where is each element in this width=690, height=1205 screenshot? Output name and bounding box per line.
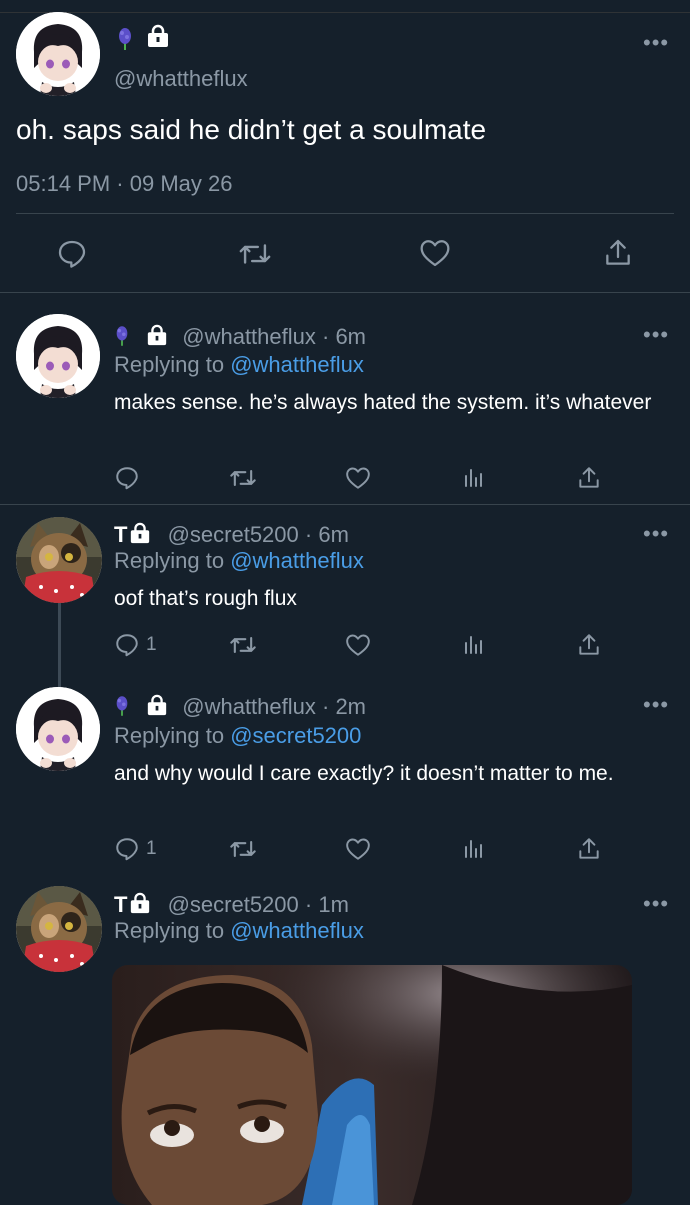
avatar-secret5200[interactable]	[16, 886, 102, 972]
reply-count: 1	[146, 838, 157, 859]
replying-to-link[interactable]: @whattheflux	[230, 548, 364, 573]
section-divider	[0, 292, 690, 293]
replying-to-link[interactable]: @whattheflux	[230, 352, 364, 377]
replying-to-line: Replying to @whattheflux	[114, 548, 364, 574]
replying-to-label: Replying to	[114, 352, 225, 377]
replying-to-line: Replying to @whattheflux	[114, 918, 364, 944]
reply-text: oof that’s rough flux	[114, 587, 297, 610]
heart-icon[interactable]	[345, 633, 371, 657]
top-divider	[0, 12, 690, 13]
retweet-icon[interactable]	[229, 633, 257, 657]
reply-text: and why would I care exactly? it doesn’t…	[114, 762, 614, 785]
heart-icon[interactable]	[345, 466, 371, 490]
more-options-button[interactable]: •••	[643, 322, 669, 348]
share-icon[interactable]	[576, 836, 602, 862]
more-options-button[interactable]: •••	[643, 521, 669, 547]
reply-count: 1	[146, 634, 157, 655]
lock-icon	[146, 24, 170, 48]
reply-age: · 1m	[304, 892, 349, 917]
reply-icon[interactable]	[56, 238, 88, 270]
reply-header: @whattheflux · 2m	[114, 694, 366, 720]
retweet-icon[interactable]	[229, 466, 257, 490]
reply-header: T @secret5200 · 6m	[114, 522, 349, 548]
reply-header: @whattheflux · 6m	[114, 324, 366, 350]
share-icon[interactable]	[576, 465, 602, 491]
lock-icon	[129, 522, 151, 544]
replying-to-link[interactable]: @secret5200	[230, 723, 361, 748]
avatar-whattheflux[interactable]	[16, 314, 100, 398]
lock-icon	[146, 324, 168, 346]
analytics-icon[interactable]	[462, 466, 486, 490]
reply-icon[interactable]	[114, 465, 140, 491]
main-tweet-divider	[16, 213, 674, 214]
share-icon[interactable]	[602, 237, 634, 269]
lock-icon	[129, 892, 151, 914]
replying-to-line: Replying to @whattheflux	[114, 352, 364, 378]
timestamp-separator: ·	[116, 171, 124, 196]
replying-to-label: Replying to	[114, 723, 225, 748]
hyacinth-emoji-icon	[114, 696, 130, 716]
reply-age: · 6m	[304, 522, 349, 547]
reply-handle[interactable]: @whattheflux	[182, 694, 316, 719]
reply-icon[interactable]	[114, 632, 140, 658]
reply-age: · 6m	[322, 324, 366, 349]
reply-handle[interactable]: @secret5200	[168, 522, 299, 547]
attached-media-image[interactable]	[112, 965, 632, 1205]
reply-handle[interactable]: @whattheflux	[182, 324, 316, 349]
main-tweet-text: oh. saps said he didn’t get a soulmate	[16, 114, 487, 145]
display-name[interactable]: T	[114, 522, 127, 547]
avatar-whattheflux[interactable]	[16, 687, 100, 771]
reply-icon[interactable]	[114, 836, 140, 862]
more-options-button[interactable]: •••	[643, 891, 669, 917]
avatar-secret5200[interactable]	[16, 517, 102, 603]
section-divider	[0, 504, 690, 505]
replying-to-link[interactable]: @whattheflux	[230, 918, 364, 943]
replying-to-label: Replying to	[114, 548, 225, 573]
heart-icon[interactable]	[419, 238, 451, 268]
replying-to-label: Replying to	[114, 918, 225, 943]
analytics-icon[interactable]	[462, 837, 486, 861]
hyacinth-emoji-icon	[114, 326, 130, 346]
avatar-whattheflux[interactable]	[16, 12, 100, 96]
reply-header: T @secret5200 · 1m	[114, 892, 349, 918]
retweet-icon[interactable]	[238, 239, 272, 269]
heart-icon[interactable]	[345, 837, 371, 861]
reply-age: · 2m	[322, 694, 366, 719]
main-tweet-handle[interactable]: @whattheflux	[114, 66, 248, 92]
reply-handle[interactable]: @secret5200	[168, 892, 299, 917]
more-options-button[interactable]: •••	[643, 692, 669, 718]
reply-text: makes sense. he’s always hated the syste…	[114, 391, 652, 414]
more-options-button[interactable]: •••	[643, 30, 669, 56]
lock-icon	[146, 694, 168, 716]
display-name[interactable]: T	[114, 892, 127, 917]
main-tweet-date: 09 May 26	[129, 171, 233, 196]
analytics-icon[interactable]	[462, 633, 486, 657]
hyacinth-emoji-icon	[116, 28, 134, 50]
main-tweet-timestamp: 05:14 PM · 09 May 26	[16, 171, 232, 197]
retweet-icon[interactable]	[229, 837, 257, 861]
replying-to-line: Replying to @secret5200	[114, 723, 361, 749]
thread-line	[58, 602, 61, 688]
share-icon[interactable]	[576, 632, 602, 658]
main-tweet-time: 05:14 PM	[16, 171, 111, 196]
